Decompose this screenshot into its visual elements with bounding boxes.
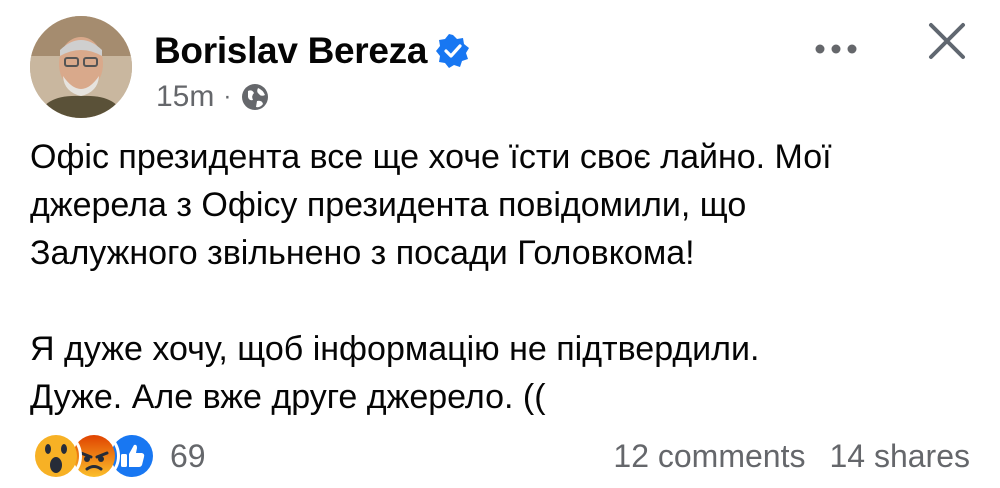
reaction-count: 69 [170, 437, 206, 474]
post-timestamp[interactable]: 15m [156, 80, 214, 114]
close-icon [929, 23, 965, 59]
post-header: Borislav Bereza 15m · [30, 16, 970, 118]
more-options-button[interactable] [810, 34, 862, 64]
wow-icon [30, 430, 82, 482]
comments-count-link[interactable]: 12 comments [613, 438, 805, 475]
post-meta: 15m · [156, 80, 270, 114]
shares-count-link[interactable]: 14 shares [829, 438, 970, 475]
post-text-line: Залужного звільнено з посади Головкома! [30, 234, 695, 272]
post-text: Офіс президента все ще хоче їсти своє ла… [30, 133, 972, 421]
globe-icon[interactable] [240, 82, 270, 112]
reactions-summary[interactable]: 69 [30, 428, 206, 484]
post-text-line: Я дуже хочу, щоб інформацію не підтверди… [30, 330, 760, 368]
verified-badge-icon [436, 34, 470, 68]
author-row: Borislav Bereza [154, 30, 470, 72]
post-text-line: Дуже. Але вже друге джерело. (( [30, 378, 546, 416]
meta-separator: · [223, 83, 232, 110]
more-icon [815, 44, 857, 54]
post-footer: 69 12 comments 14 shares [30, 428, 970, 484]
post-stats: 12 comments 14 shares [613, 428, 970, 484]
post-text-line: Офіс президента все ще хоче їсти своє ла… [30, 138, 832, 176]
post-text-line: джерела з Офісу президента повідомили, щ… [30, 186, 747, 224]
author-name[interactable]: Borislav Bereza [154, 30, 427, 72]
close-button[interactable] [924, 18, 970, 64]
author-avatar[interactable] [30, 16, 132, 118]
